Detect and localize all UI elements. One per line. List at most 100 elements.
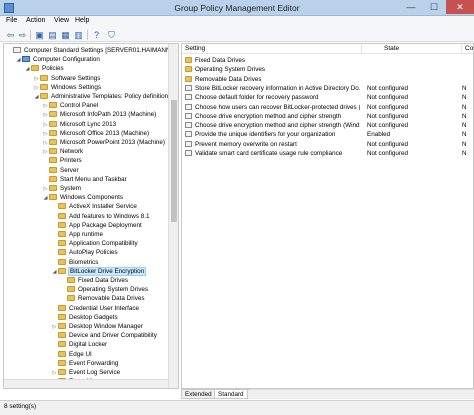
tree-item[interactable]: App Package Deployment: [51, 221, 142, 230]
navigation-tree[interactable]: Computer Standard Settings [SERVER01.HAI…: [3, 43, 179, 389]
tree-item-label: Windows Components: [60, 194, 123, 202]
folder-icon: [58, 249, 66, 256]
tree-item[interactable]: ◢ BitLocker Drive Encryption: [51, 266, 147, 277]
setting-comment: N: [462, 94, 467, 102]
setting-row[interactable]: Prevent memory overwrite on restart Not c…: [182, 140, 473, 149]
tree-item[interactable]: ▷ Event Log Service: [51, 368, 120, 377]
setting-row[interactable]: Choose drive encryption method and ciphe…: [182, 121, 473, 130]
setting-row[interactable]: Store BitLocker recovery information in …: [182, 84, 473, 93]
tree-item[interactable]: Operating System Drives: [60, 285, 148, 294]
tree-item[interactable]: Desktop Gadgets: [51, 313, 118, 322]
expand-arrow-icon[interactable]: ◢: [51, 268, 58, 277]
folder-icon: [40, 74, 48, 81]
tree-item[interactable]: ◢ Administrative Templates: Policy defini…: [33, 92, 171, 101]
setting-row[interactable]: Provide the unique identifiers for your …: [182, 130, 473, 139]
tree-item-label: Biometrics: [69, 258, 99, 266]
expand-arrow-icon[interactable]: ◢: [33, 93, 40, 102]
setting-row[interactable]: Operating System Drives: [182, 65, 473, 74]
tree-item[interactable]: ◢ Windows Components: [42, 193, 123, 202]
tree-item[interactable]: Device and Driver Compatibility: [51, 331, 157, 340]
back-icon[interactable]: ⇦: [5, 30, 16, 40]
forward-icon[interactable]: ⇨: [17, 30, 28, 40]
tree-item[interactable]: Application Compatibility: [51, 239, 138, 248]
folder-icon: [58, 359, 66, 366]
tree-item[interactable]: Biometrics: [51, 258, 98, 267]
setting-row[interactable]: Fixed Data Drives: [182, 56, 473, 65]
tree-item[interactable]: Add features to Windows 8.1: [51, 212, 150, 221]
tree-item[interactable]: Digital Locker: [51, 340, 107, 349]
tree-vertical-scrollbar[interactable]: [168, 44, 178, 388]
settings-horizontal-scrollbar[interactable]: [250, 389, 474, 399]
close-button[interactable]: ✕: [446, 0, 474, 14]
tree-item-label: Event Forwarding: [69, 359, 119, 367]
tree-item[interactable]: ▷ Microsoft InfoPath 2013 (Machine): [42, 110, 156, 119]
tree-item[interactable]: Removable Data Drives: [60, 294, 145, 303]
tree-item-label: Printers: [60, 157, 82, 165]
minimize-button[interactable]: —: [400, 0, 422, 14]
tree-item[interactable]: ▷ Desktop Window Manager: [51, 322, 143, 331]
tree-item[interactable]: AutoPlay Policies: [51, 248, 118, 257]
tree-item[interactable]: ▷ Microsoft Office 2013 (Machine): [42, 129, 149, 138]
tree-item[interactable]: ActiveX Installer Service: [51, 202, 137, 211]
tree-item-label: Desktop Gadgets: [69, 313, 118, 321]
tree-item[interactable]: Credential User Interface: [51, 304, 139, 313]
tree-scroll-thumb[interactable]: [171, 100, 177, 222]
setting-row[interactable]: Choose how users can recover BitLocker-p…: [182, 103, 473, 112]
status-text: 8 setting(s): [4, 403, 37, 410]
folder-icon: [58, 267, 66, 274]
tree-item[interactable]: ▷ Control Panel: [42, 101, 98, 110]
export-icon[interactable]: ▥: [73, 30, 84, 40]
menu-file[interactable]: File: [6, 17, 17, 24]
tree-item[interactable]: Printers: [42, 156, 82, 165]
menu-view[interactable]: View: [54, 17, 69, 24]
expand-arrow-icon[interactable]: ◢: [15, 56, 22, 65]
tab-extended[interactable]: Extended: [181, 390, 216, 399]
tree-item[interactable]: ▷ Microsoft PowerPoint 2013 (Machine): [42, 138, 165, 147]
tree-item-label: Digital Locker: [69, 341, 108, 349]
setting-row[interactable]: Choose drive encryption method and ciphe…: [182, 112, 473, 121]
tree-horizontal-scrollbar[interactable]: [4, 379, 168, 388]
folder-icon: [49, 166, 57, 173]
setting-row[interactable]: Choose default folder for recovery passw…: [182, 93, 473, 102]
tree-item[interactable]: Computer Standard Settings [SERVER01.HAI…: [6, 46, 178, 55]
policy-setting-icon: [185, 103, 192, 110]
policy-setting-icon: [185, 150, 192, 156]
expand-arrow-icon[interactable]: ◢: [24, 65, 31, 74]
tree-item[interactable]: ▷ System: [42, 184, 81, 193]
show-tree-icon[interactable]: ▤: [47, 30, 58, 40]
tree-item[interactable]: ▷ Windows Settings: [33, 83, 101, 92]
tree-item-label: Administrative Templates: Policy definit…: [51, 93, 172, 100]
tree-item[interactable]: App runtime: [51, 230, 103, 239]
tab-standard[interactable]: Standard: [214, 390, 248, 399]
filter-icon[interactable]: ⛉: [106, 30, 117, 40]
up-icon[interactable]: ▣: [34, 30, 45, 40]
expand-arrow-icon[interactable]: ◢: [42, 194, 49, 203]
tree-item[interactable]: ◢ Computer Configuration: [15, 55, 100, 64]
properties-icon[interactable]: ▦: [60, 30, 71, 40]
column-header-comment[interactable]: Comment: [462, 44, 473, 54]
tree-item[interactable]: Fixed Data Drives: [60, 276, 128, 285]
tree-item[interactable]: Edge UI: [51, 350, 92, 359]
tree-item[interactable]: ◢ Policies: [24, 64, 64, 73]
tree-item[interactable]: ▷ Network: [42, 147, 83, 156]
setting-row[interactable]: Validate smart card certificate usage ru…: [182, 149, 473, 158]
menu-action[interactable]: Action: [26, 17, 45, 24]
setting-state: Not configured: [367, 122, 408, 130]
tree-item[interactable]: Event Forwarding: [51, 359, 118, 368]
tree-item[interactable]: ▷ Software Settings: [33, 74, 100, 83]
toolbar: ⇦ ⇨ ▣ ▤ ▦ ▥ ? ⛉: [0, 28, 474, 42]
folder-icon: [49, 175, 57, 182]
tree-item[interactable]: ▷ Microsoft Lync 2013: [42, 120, 116, 129]
setting-state: Not configured: [367, 103, 408, 111]
setting-row[interactable]: Removable Data Drives: [182, 75, 473, 84]
folder-icon: [185, 75, 192, 82]
tree-item[interactable]: Start Menu and Taskbar: [42, 175, 127, 184]
folder-icon: [49, 111, 57, 118]
help-icon[interactable]: ?: [91, 30, 102, 40]
column-header-setting[interactable]: Setting: [182, 44, 362, 54]
tree-item[interactable]: Server: [42, 166, 79, 175]
column-header-state[interactable]: State: [362, 44, 462, 54]
maximize-button[interactable]: ☐: [423, 0, 445, 14]
menu-help[interactable]: Help: [75, 17, 89, 24]
tree-item-label: Microsoft Lync 2013: [60, 120, 117, 128]
